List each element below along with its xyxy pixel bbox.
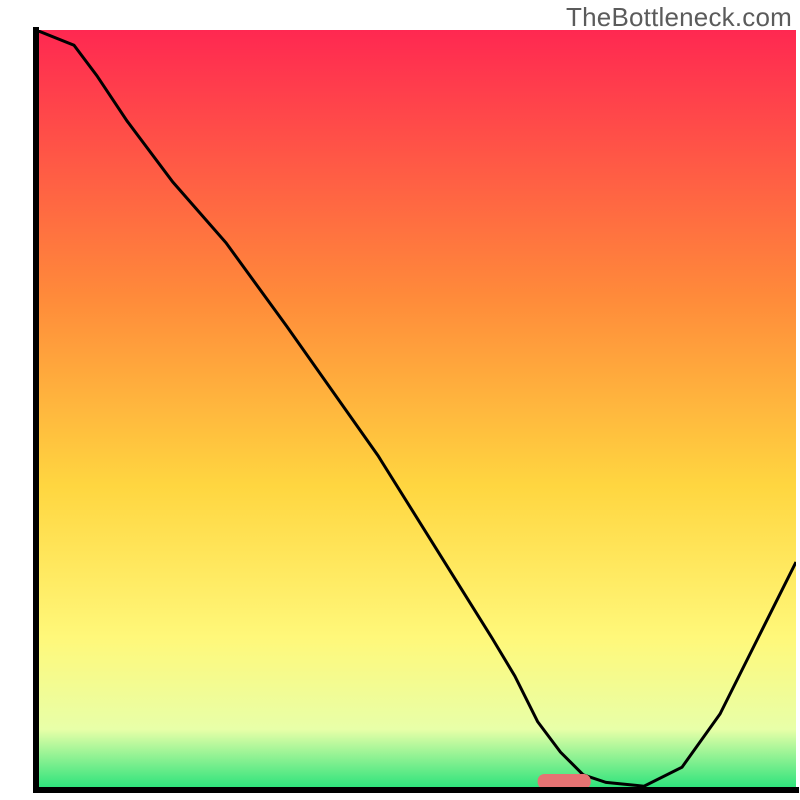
curve-line (36, 30, 796, 786)
bottleneck-curve (36, 30, 796, 790)
plot-area (36, 30, 796, 790)
watermark-text: TheBottleneck.com (566, 2, 792, 33)
optimum-marker (538, 774, 591, 789)
chart-frame: TheBottleneck.com (0, 0, 800, 800)
